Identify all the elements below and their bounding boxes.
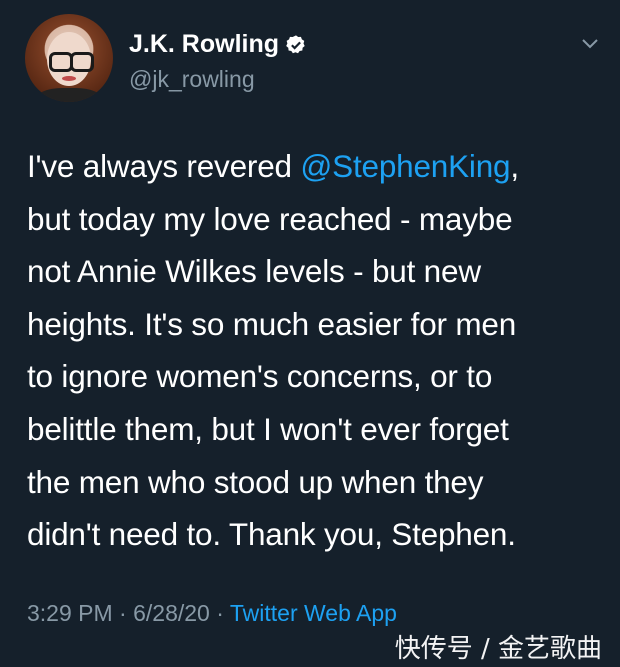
tweet-source[interactable]: Twitter Web App (230, 600, 397, 626)
tweet-line-5: to ignore women's concerns, or to (27, 358, 493, 395)
tweet-line-8: didn't need to. Thank you, Stephen. (27, 516, 516, 553)
watermark: 快传号 / 金艺歌曲 (394, 634, 602, 664)
tweet-line-4: heights. It's so much easier for men (27, 305, 517, 342)
avatar-lips (62, 76, 76, 81)
tweet-time[interactable]: 3:29 PM (27, 600, 113, 626)
chevron-down-icon[interactable] (580, 36, 600, 50)
tweet-line-6: belittle them, but I won't ever forget (27, 410, 509, 447)
tweet-line-1-text: I've always revered (27, 148, 301, 184)
tweet-meta: 3:29 PM · 6/28/20 · Twitter Web App (27, 600, 397, 627)
meta-separator-1: · (112, 600, 134, 626)
tweet-date[interactable]: 6/28/20 (133, 600, 210, 626)
mention-link[interactable]: @StephenKing (300, 148, 510, 184)
tweet-line-2: but today my love reached - maybe (27, 200, 513, 237)
tweet-line-3: not Annie Wilkes levels - but new (27, 253, 481, 290)
meta-separator-2: · (209, 600, 230, 626)
avatar-shirt (35, 88, 103, 102)
tweet-line-1: I've always revered @StephenKing, (27, 140, 597, 193)
avatar-glasses-right (70, 52, 94, 72)
display-name[interactable]: J.K. Rowling (129, 30, 279, 59)
name-row: J.K. Rowling (129, 30, 307, 59)
avatar[interactable] (25, 14, 113, 102)
tweet-header: J.K. Rowling @jk_rowling (25, 14, 600, 104)
verified-badge-icon (286, 34, 305, 53)
user-handle[interactable]: @jk_rowling (129, 66, 255, 93)
tweet-line-1-end: , (510, 148, 519, 184)
tweet-line-7: the men who stood up when they (27, 463, 484, 500)
tweet-text: I've always revered @StephenKing, but to… (27, 140, 597, 561)
